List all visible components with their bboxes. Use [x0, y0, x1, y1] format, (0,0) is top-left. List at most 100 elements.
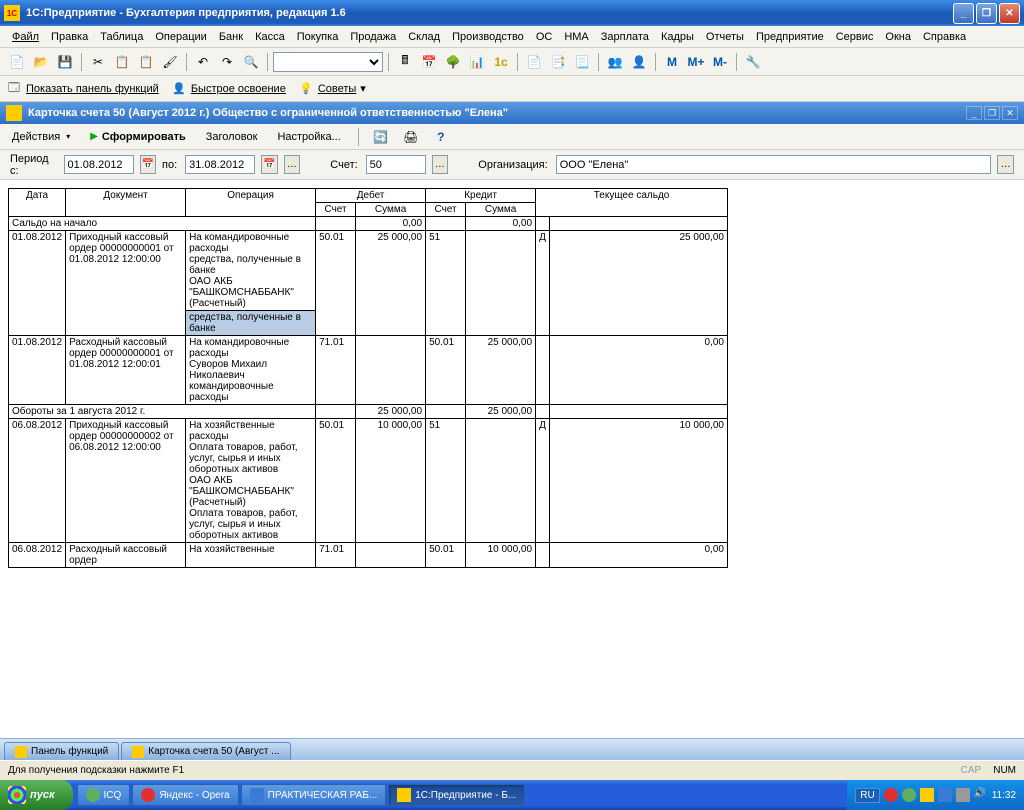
task-opera[interactable]: Яндекс - Opera [132, 784, 238, 806]
link-label: Показать панель функций [26, 83, 159, 95]
calendar-icon[interactable]: 📅 [418, 51, 440, 73]
save-icon[interactable]: 💾 [54, 51, 76, 73]
cell-c-sum: 10 000,00 [466, 543, 536, 568]
lang-indicator[interactable]: RU [855, 788, 879, 803]
link-show-panel[interactable]: 🗔 Показать панель функций [6, 81, 159, 97]
menu-nma[interactable]: НМА [558, 29, 594, 45]
volume-icon[interactable]: 🔊 [974, 788, 988, 802]
1c-icon[interactable]: 1c [490, 51, 512, 73]
org-more-button[interactable]: … [997, 155, 1014, 174]
menu-stock[interactable]: Склад [402, 29, 446, 45]
calendar-button[interactable]: 📅 [140, 155, 157, 174]
cut-icon[interactable]: ✂ [87, 51, 109, 73]
menu-file[interactable]: Файл [6, 29, 45, 45]
menu-edit[interactable]: Правка [45, 29, 94, 45]
tab-account-card[interactable]: Карточка счета 50 (Август ... [121, 742, 290, 760]
tray-icon[interactable] [902, 788, 916, 802]
header-button[interactable]: Заголовок [200, 129, 264, 145]
paint-icon[interactable]: 🖌 [159, 51, 181, 73]
find-icon[interactable]: 🔍 [240, 51, 262, 73]
window-maximize-button[interactable]: ❐ [976, 3, 997, 24]
menu-ops[interactable]: Операции [149, 29, 212, 45]
help-icon[interactable]: ? [430, 126, 452, 148]
menu-staff[interactable]: Кадры [655, 29, 700, 45]
th-debit: Дебет [316, 189, 426, 203]
chart-icon[interactable]: 📊 [466, 51, 488, 73]
menu-reports[interactable]: Отчеты [700, 29, 750, 45]
doc2-icon[interactable]: 📑 [547, 51, 569, 73]
doc-close-button[interactable]: ✕ [1002, 106, 1018, 120]
settings-button[interactable]: Настройка... [271, 129, 346, 145]
task-word[interactable]: ПРАКТИЧЕСКАЯ РАБ... [241, 784, 387, 806]
cell-bal-dc [536, 336, 550, 405]
open-icon[interactable]: 📂 [30, 51, 52, 73]
cell-d-sum: 10 000,00 [356, 419, 426, 543]
menu-salary[interactable]: Зарплата [595, 29, 655, 45]
menu-bank[interactable]: Банк [213, 29, 249, 45]
new-icon[interactable]: 📄 [6, 51, 28, 73]
m-plus-button[interactable]: M+ [685, 51, 707, 73]
redo-icon[interactable]: ↷ [216, 51, 238, 73]
cell-op-highlight[interactable]: средства, полученные в банке [186, 310, 315, 335]
report-area[interactable]: Дата Документ Операция Дебет Кредит Теку… [0, 180, 1024, 738]
link-quick-learn[interactable]: 👤 Быстрое освоение [171, 81, 286, 97]
export-icon[interactable]: 🖨 [400, 126, 422, 148]
window-close-button[interactable]: ✕ [999, 3, 1020, 24]
link-tips[interactable]: 💡 Советы ▾ [298, 81, 366, 97]
tray-icon[interactable] [884, 788, 898, 802]
doc3-icon[interactable]: 📃 [571, 51, 593, 73]
actions-dropdown[interactable]: Действия ▾ [6, 129, 76, 145]
th-date: Дата [9, 189, 66, 217]
tray-clock[interactable]: 11:32 [992, 790, 1016, 801]
menu-sale[interactable]: Продажа [344, 29, 402, 45]
form-button[interactable]: ▶ Сформировать [84, 129, 192, 145]
m-minus-button[interactable]: M- [709, 51, 731, 73]
cell-d-acct: 50.01 [316, 419, 356, 543]
paste-icon[interactable]: 📋 [135, 51, 157, 73]
tray-icon[interactable] [938, 788, 952, 802]
cell-c-acct: 51 [426, 419, 466, 543]
date-from-input[interactable] [64, 155, 134, 174]
actions-label: Действия [12, 131, 60, 143]
menu-cash[interactable]: Касса [249, 29, 291, 45]
cell-c-acct: 51 [426, 231, 466, 336]
start-button[interactable]: пуск [0, 780, 73, 810]
period-more-button[interactable]: … [284, 155, 301, 174]
tab-icon [132, 746, 144, 758]
tray-icon[interactable] [920, 788, 934, 802]
user-icon[interactable]: 👤 [628, 51, 650, 73]
tools-icon[interactable]: 🔧 [742, 51, 764, 73]
org-input[interactable] [556, 155, 992, 174]
account-more-button[interactable]: … [432, 155, 449, 174]
menu-prod[interactable]: Производство [446, 29, 530, 45]
window-minimize-button[interactable]: _ [953, 3, 974, 24]
refresh-icon[interactable]: 🔄 [370, 126, 392, 148]
menu-os[interactable]: ОС [530, 29, 559, 45]
toolbar-combo[interactable] [273, 52, 383, 72]
menu-purchase[interactable]: Покупка [291, 29, 345, 45]
tray-icon[interactable] [956, 788, 970, 802]
doc-minimize-button[interactable]: _ [966, 106, 982, 120]
undo-icon[interactable]: ↶ [192, 51, 214, 73]
tab-panel-functions[interactable]: Панель функций [4, 742, 119, 760]
doc1-icon[interactable]: 📄 [523, 51, 545, 73]
task-icq[interactable]: ICQ [77, 784, 131, 806]
doc-restore-button[interactable]: ❐ [984, 106, 1000, 120]
menu-enterprise[interactable]: Предприятие [750, 29, 830, 45]
task-1c[interactable]: 1С:Предприятие - Б... [388, 784, 525, 806]
th-balance: Текущее сальдо [536, 189, 728, 217]
tree-icon[interactable]: 🌳 [442, 51, 464, 73]
menu-windows[interactable]: Окна [879, 29, 917, 45]
menu-help[interactable]: Справка [917, 29, 972, 45]
date-to-input[interactable] [185, 155, 255, 174]
menu-service[interactable]: Сервис [830, 29, 880, 45]
copy-icon[interactable]: 📋 [111, 51, 133, 73]
calc-icon[interactable]: 🖩 [394, 51, 416, 73]
account-input[interactable] [366, 155, 426, 174]
m-button[interactable]: M [661, 51, 683, 73]
calendar-button[interactable]: 📅 [261, 155, 278, 174]
table-row: 06.08.2012 Расходный кассовый ордер На х… [9, 543, 728, 568]
cell-date: 01.08.2012 [9, 336, 66, 405]
people-icon[interactable]: 👥 [604, 51, 626, 73]
menu-table[interactable]: Таблица [94, 29, 149, 45]
